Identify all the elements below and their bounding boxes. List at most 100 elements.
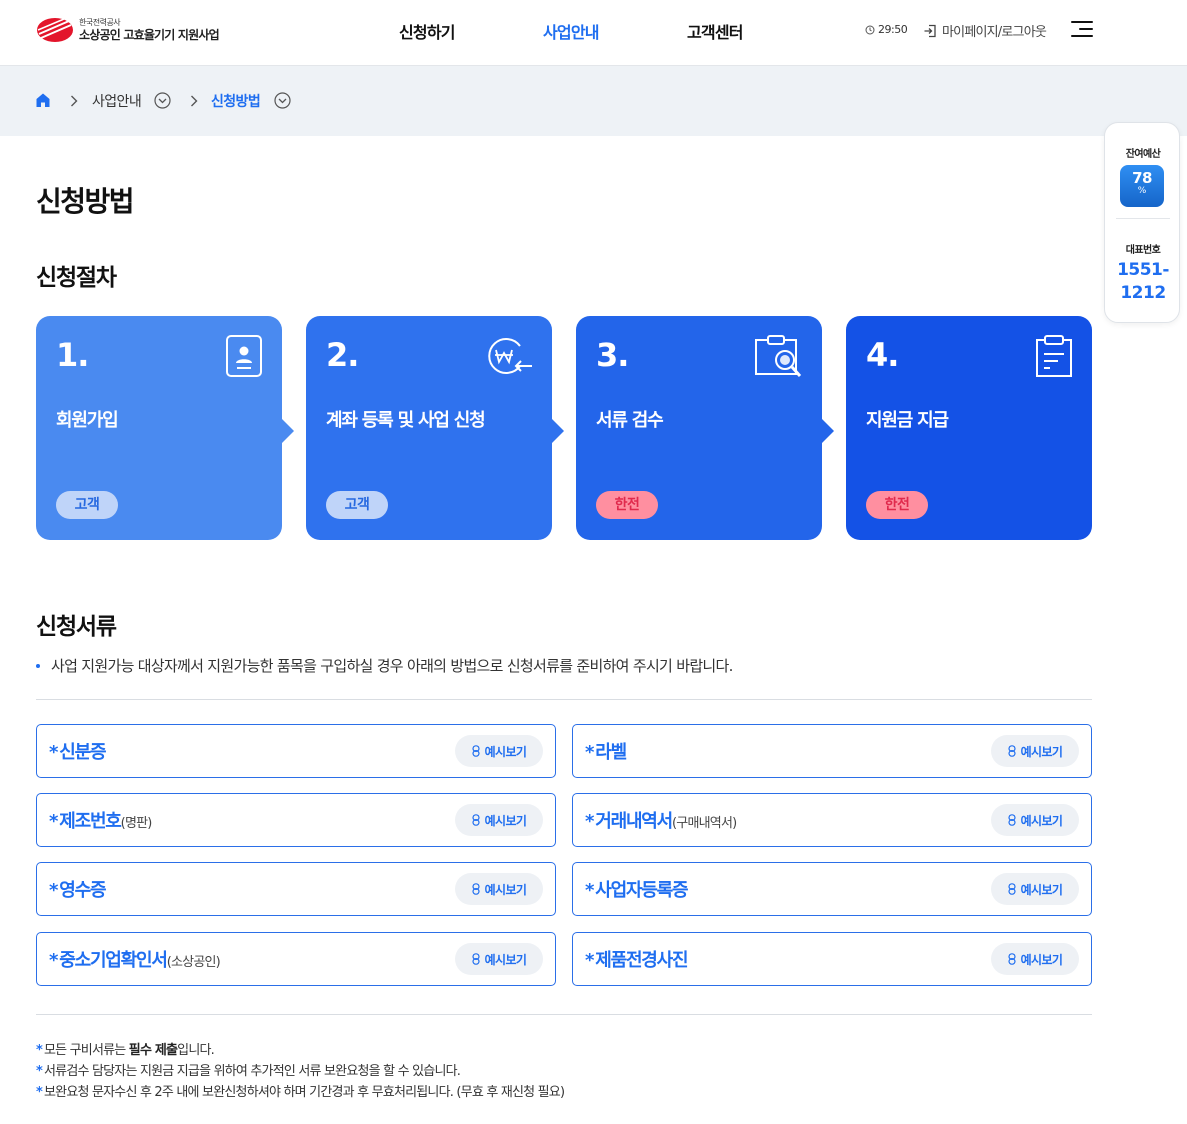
nav-apply[interactable]: 신청하기	[399, 19, 455, 43]
example-view-label: 예시보기	[1020, 813, 1063, 828]
step-title: 서류 검수	[596, 410, 664, 431]
note-item: * 보완요청 문자수신 후 2주 내에 보완신청하셔야 하며 기간경과 후 무효처…	[36, 1082, 565, 1103]
required-star: *	[585, 950, 594, 971]
required-star: *	[585, 880, 594, 901]
note-emphasis: 필수 제출	[128, 1043, 178, 1058]
link-icon	[1008, 745, 1016, 757]
notes-list: * 모든 구비서류는 필수 제출입니다. * 서류검수 담당자는 지원금 지급을 위…	[36, 1040, 565, 1103]
note-text: 모든 구비서류는	[44, 1043, 129, 1058]
required-star: *	[49, 742, 58, 763]
site-header: 한국전력공사 소상공인 고효율기기 지원사업 신청하기 사업안내 고객센터 29…	[0, 0, 1187, 66]
step-title: 지원금 지급	[866, 410, 949, 431]
mypage-logout-link[interactable]: 마이페이지/로그아웃	[923, 21, 1047, 40]
hamburger-menu-icon[interactable]	[1071, 20, 1093, 38]
document-title: 제조번호	[59, 811, 122, 832]
document-title: 사업자등록증	[595, 880, 688, 901]
example-view-button[interactable]: 예시보기	[455, 735, 543, 767]
logo-org-name: 한국전력공사	[79, 17, 121, 27]
note-text: 입니다.	[177, 1043, 215, 1058]
document-card: * 제조번호 (명판) 예시보기	[36, 793, 556, 847]
step-number: 1.	[56, 336, 89, 374]
document-name: * 영수증	[49, 876, 107, 902]
step-actor-badge: 고객	[56, 491, 118, 519]
document-card: * 중소기업확인서 (소상공인) 예시보기	[36, 932, 556, 986]
example-view-button[interactable]: 예시보기	[991, 943, 1079, 975]
chevron-down-circle-icon[interactable]	[274, 92, 291, 109]
logo-program-name: 소상공인 고효율기기 지원사업	[79, 27, 220, 42]
procedure-title: 신청절차	[36, 265, 117, 291]
document-name: * 중소기업확인서 (소상공인)	[49, 946, 221, 972]
nav-customer-center[interactable]: 고객센터	[687, 19, 743, 43]
chevron-down-circle-icon[interactable]	[154, 92, 171, 109]
breadcrumb-item-current[interactable]: 신청방법	[211, 91, 261, 111]
note-item: * 서류검수 담당자는 지원금 지급을 위하여 추가적인 서류 보완요청을 할 수…	[36, 1061, 564, 1082]
step-card-2: 2. 계좌 등록 및 사업 신청 고객	[306, 316, 564, 540]
step-number: 4.	[866, 336, 899, 374]
documents-title: 신청서류	[36, 614, 117, 640]
note-star: *	[36, 1085, 43, 1100]
kepco-logo[interactable]: 한국전력공사 소상공인 고효율기기 지원사업	[36, 17, 220, 43]
link-icon	[472, 745, 480, 757]
link-icon	[472, 814, 480, 826]
document-title: 거래내역서	[595, 811, 673, 832]
phone-number[interactable]: 1551- 1212	[1105, 259, 1181, 305]
step-arrow	[822, 419, 834, 443]
nav-business-info[interactable]: 사업안내	[543, 19, 599, 43]
budget-label: 잔여예산	[1125, 149, 1161, 160]
clock-icon	[865, 25, 875, 34]
phone-line1: 1551-	[1117, 260, 1169, 280]
won-transfer-icon	[488, 338, 532, 374]
example-view-button[interactable]: 예시보기	[455, 804, 543, 836]
document-name: * 신분증	[49, 738, 107, 764]
note-text: 서류검수 담당자는 지원금 지급을 위하여 추가적인 서류 보완요청을 할 수 …	[44, 1064, 461, 1079]
breadcrumb-item-business[interactable]: 사업안내	[92, 91, 142, 111]
document-card: * 사업자등록증 예시보기	[572, 862, 1092, 916]
documents-description: 사업 지원가능 대상자께서 지원가능한 품목을 구입하실 경우 아래의 방법으로…	[36, 655, 733, 676]
document-title: 중소기업확인서	[59, 950, 168, 971]
page-title: 신청방법	[36, 185, 135, 218]
phone-label: 대표번호	[1125, 245, 1161, 256]
document-card: * 영수증 예시보기	[36, 862, 556, 916]
document-subtitle: (소상공인)	[166, 955, 221, 970]
example-view-button[interactable]: 예시보기	[991, 735, 1079, 767]
panel-divider	[1116, 218, 1170, 219]
example-view-button[interactable]: 예시보기	[455, 873, 543, 905]
note-star: *	[36, 1064, 43, 1079]
document-title: 신분증	[59, 742, 106, 763]
documents-description-text: 사업 지원가능 대상자께서 지원가능한 품목을 구입하실 경우 아래의 방법으로…	[51, 657, 733, 675]
document-name: * 제조번호 (명판)	[49, 807, 152, 833]
document-card: * 제품전경사진 예시보기	[572, 932, 1092, 986]
note-text: 보완요청 문자수신 후 2주 내에 보완신청하셔야 하며 기간경과 후 무효처리…	[44, 1085, 565, 1100]
step-arrow	[282, 419, 294, 443]
example-view-button[interactable]: 예시보기	[991, 873, 1079, 905]
example-view-button[interactable]: 예시보기	[991, 804, 1079, 836]
home-icon[interactable]	[35, 92, 51, 108]
example-view-label: 예시보기	[1020, 882, 1063, 897]
step-card-3: 3. 서류 검수 한전	[576, 316, 834, 540]
example-view-label: 예시보기	[484, 744, 527, 759]
example-view-label: 예시보기	[1020, 744, 1063, 759]
note-star: *	[36, 1043, 43, 1058]
example-view-label: 예시보기	[484, 952, 527, 967]
chevron-right-icon	[71, 95, 78, 107]
document-name: * 사업자등록증	[585, 876, 689, 902]
step-arrow	[552, 419, 564, 443]
breadcrumb: 사업안내 신청방법	[0, 66, 1187, 136]
link-icon	[472, 883, 480, 895]
example-view-label: 예시보기	[484, 882, 527, 897]
step-card-1: 1. 회원가입 고객	[36, 316, 294, 540]
section-divider	[36, 1014, 1092, 1015]
budget-badge: 78 %	[1120, 165, 1164, 207]
required-star: *	[585, 811, 594, 832]
required-star: *	[49, 950, 58, 971]
document-name: * 라벨	[585, 738, 627, 764]
kepco-logo-icon	[37, 18, 73, 42]
required-star: *	[49, 811, 58, 832]
document-title: 영수증	[59, 880, 106, 901]
session-timer[interactable]: 29:50	[865, 23, 908, 36]
example-view-button[interactable]: 예시보기	[455, 943, 543, 975]
chevron-right-icon	[191, 95, 198, 107]
document-title: 제품전경사진	[595, 950, 688, 971]
step-actor-badge: 고객	[326, 491, 388, 519]
step-title: 회원가입	[56, 410, 119, 431]
